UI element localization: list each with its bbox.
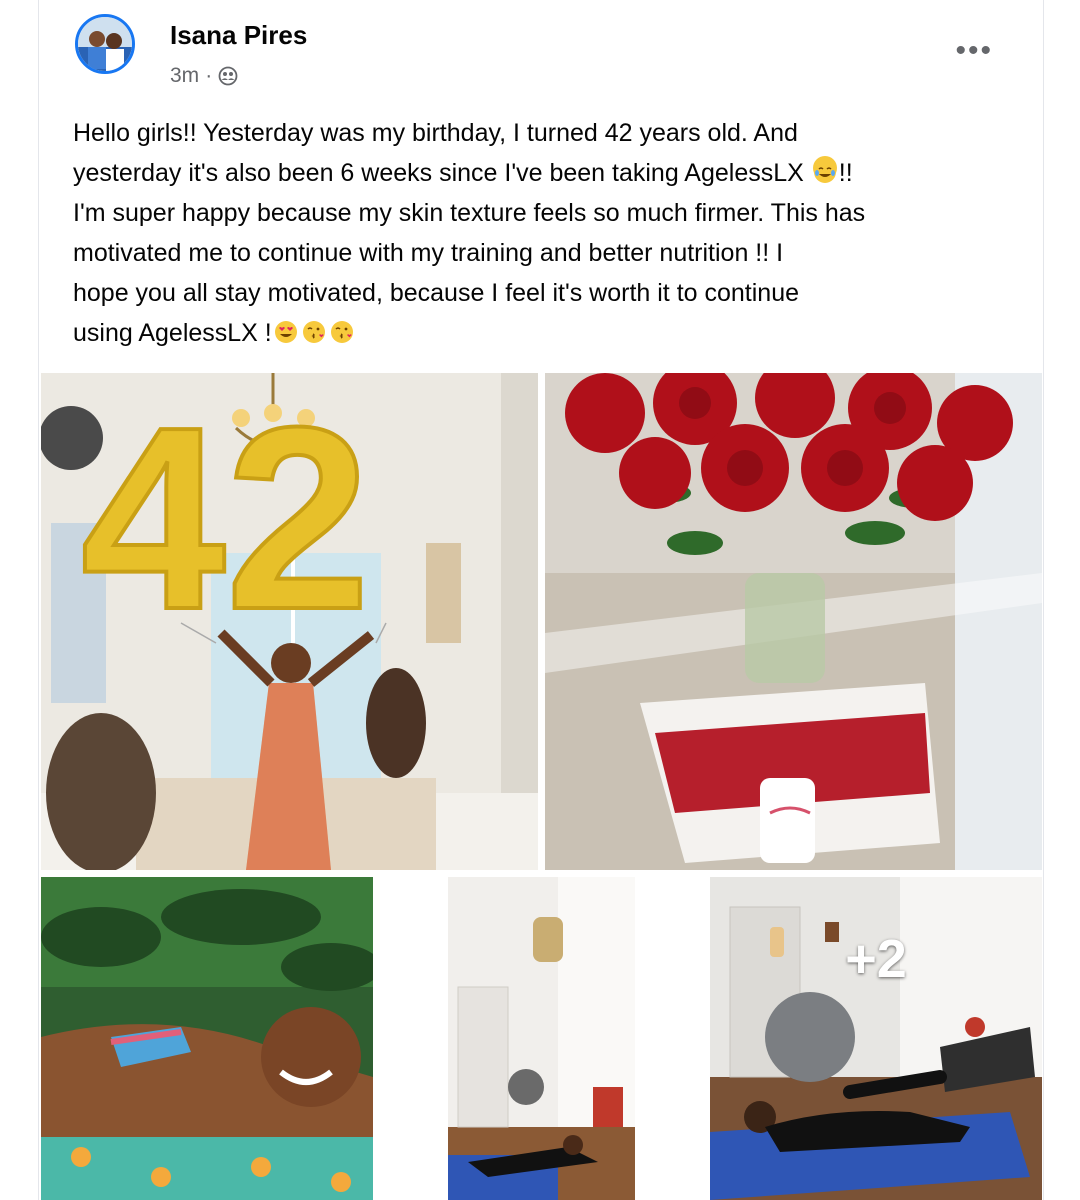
birthday-balloons-photo[interactable]: 42	[41, 373, 538, 870]
happy-tears-emoji	[812, 156, 837, 183]
friends-icon[interactable]	[218, 66, 238, 86]
balloon-number: 42	[81, 374, 370, 664]
gym-stretch-photo[interactable]	[448, 877, 635, 1200]
post-text-line: I'm super happy because my skin texture …	[73, 199, 866, 227]
gym-ball-photo[interactable]: +2	[710, 877, 1042, 1200]
post-meta: 3m ·	[170, 62, 238, 90]
kissing-emoji	[302, 316, 326, 343]
post-text-line: Hello girls!! Yesterday was my birthday,…	[73, 119, 798, 147]
roses-gift-photo[interactable]	[545, 373, 1042, 870]
post-text-line: hope you all stay motivated, because I f…	[73, 279, 800, 307]
author-name[interactable]: Isana Pires	[170, 20, 307, 51]
post-card: Isana Pires 3m · ••• Hello girls!! Yeste…	[38, 0, 1044, 1200]
author-avatar[interactable]	[75, 14, 135, 74]
post-text: Hello girls!! Yesterday was my birthday,…	[73, 113, 1023, 353]
more-options-icon[interactable]: •••	[955, 36, 993, 66]
avatar-image	[78, 17, 132, 71]
post-timestamp[interactable]: 3m	[170, 64, 199, 88]
more-photos-count: +2	[845, 928, 907, 989]
kissing-emoji	[330, 316, 354, 343]
sunbathing-photo[interactable]	[41, 877, 373, 1200]
post-text-line: !!	[838, 159, 853, 187]
heart-eyes-emoji	[274, 316, 298, 343]
more-photos-overlay[interactable]: +2	[710, 877, 1042, 1200]
post-text-line: yesterday it's also been 6 weeks since I…	[73, 159, 811, 187]
post-text-line: using AgelessLX !	[73, 319, 272, 347]
post-text-line: motivated me to continue with my trainin…	[73, 239, 784, 267]
meta-separator: ·	[205, 64, 213, 87]
